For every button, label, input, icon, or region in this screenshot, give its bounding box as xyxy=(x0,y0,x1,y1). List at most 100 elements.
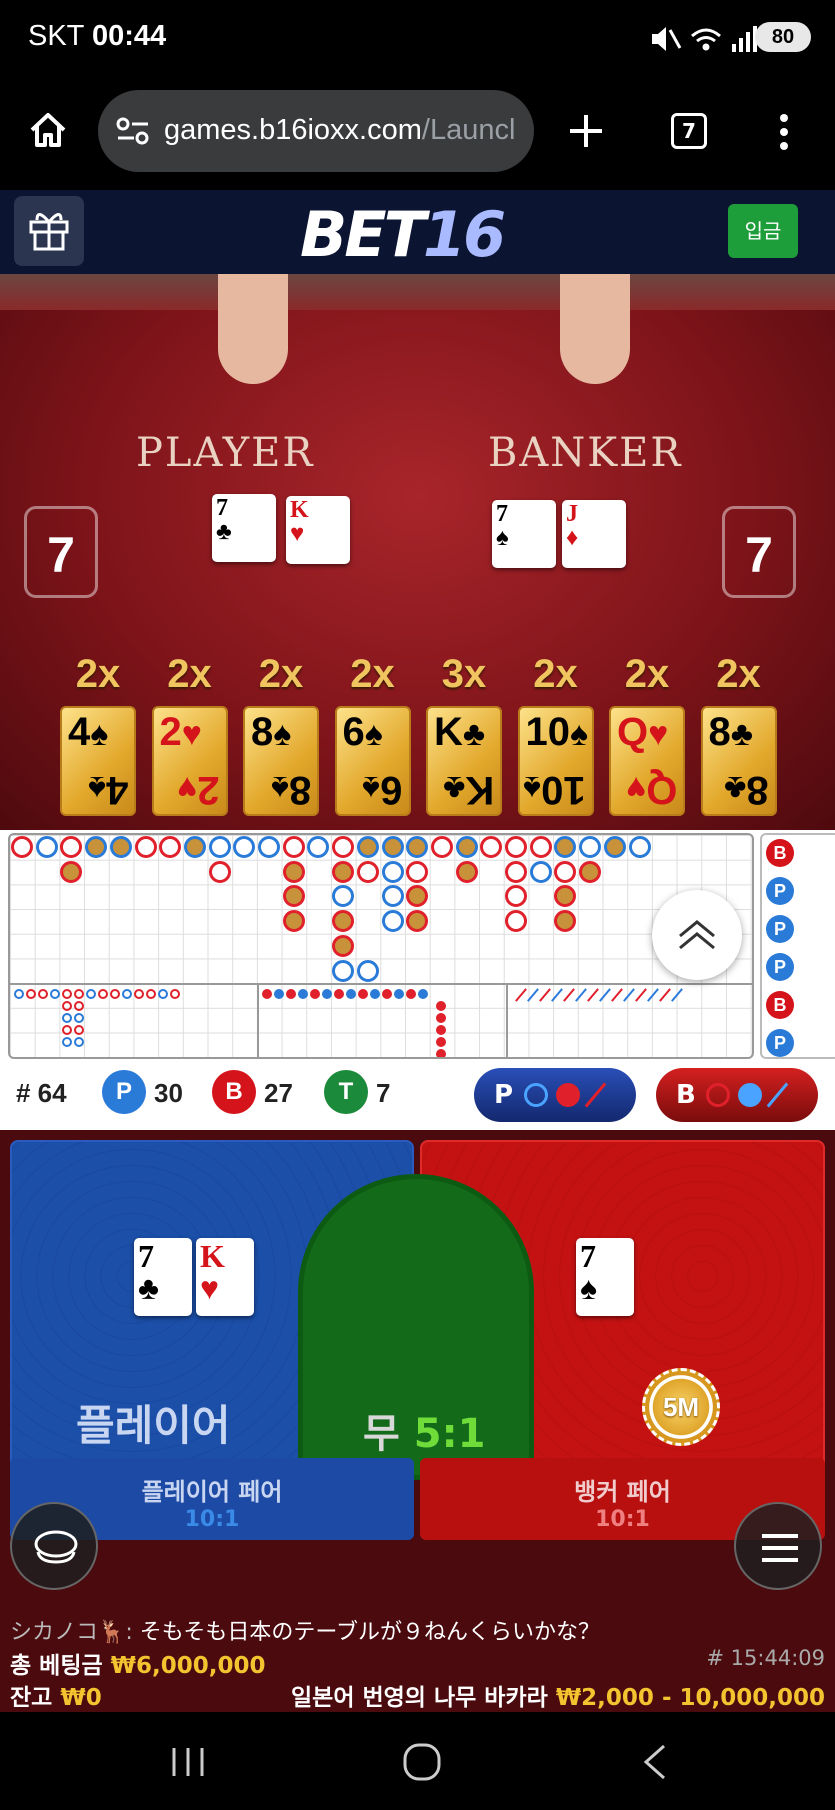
multiplier-card-rank: Q♥ xyxy=(617,710,669,754)
road-bead xyxy=(603,836,626,858)
predict-dot-icon xyxy=(738,1083,762,1107)
big-eye-dot xyxy=(170,989,180,999)
side-road-grid[interactable]: BPPPBP xyxy=(760,833,835,1059)
live-video-feed: PLAYER BANKER 7 7 7 ♣ K ♥ 7 ♠ J ♦ 2x 4♠ 4♠ 2x 2♥ 2♥ 2… xyxy=(0,274,835,830)
address-bar[interactable]: games.b16ioxx.com/Launcl xyxy=(98,90,534,172)
multiplier-label: 2x xyxy=(624,652,670,696)
bet-banker-card: 7 ♠ xyxy=(576,1238,634,1316)
multiplier-card: K♣ K♣ xyxy=(426,706,502,816)
small-road-dot xyxy=(346,989,356,999)
big-eye-dot xyxy=(62,1013,72,1023)
multiplier-card: Q♥ Q♥ xyxy=(609,706,685,816)
multiplier-card-rank: 10♠ xyxy=(525,710,589,754)
card-rank: 7 ♣ xyxy=(216,495,232,545)
bead-road-grid[interactable] xyxy=(8,833,754,1059)
big-eye-dot xyxy=(158,989,168,999)
balance-label: 잔고 xyxy=(10,1685,53,1711)
url-text[interactable]: games.b16ioxx.com/Launcl xyxy=(164,114,524,147)
big-eye-dot xyxy=(38,989,48,999)
site-settings-icon[interactable] xyxy=(116,116,150,146)
table-name: 일본어 번영의 나무 바카라 xyxy=(291,1685,548,1711)
road-bead xyxy=(282,860,305,883)
road-bead xyxy=(356,860,379,883)
gift-button[interactable] xyxy=(14,196,84,266)
multiplier-card-rank: 8♣ xyxy=(708,710,754,754)
chat-button[interactable] xyxy=(10,1502,98,1590)
tie-bet-spot[interactable]: 무 5:1 xyxy=(298,1174,534,1480)
multiplier-card: 10♠ 10♠ xyxy=(517,706,594,816)
cockroach-mark xyxy=(563,988,575,1002)
multiplier-label: 2x xyxy=(350,652,395,696)
small-road-dot xyxy=(436,1013,446,1023)
back-nav-icon[interactable] xyxy=(640,1742,670,1782)
more-menu-icon[interactable] xyxy=(778,112,790,152)
road-bead xyxy=(109,836,132,858)
road-bead xyxy=(579,860,602,883)
road-bead xyxy=(430,836,453,858)
road-divider xyxy=(10,983,752,985)
multiplier-label: 2x xyxy=(716,652,761,696)
system-navigation-bar xyxy=(0,1712,835,1810)
multiplier-card-rank-inverted: 6♠ xyxy=(362,768,403,812)
predict-player-letter: P xyxy=(494,1080,514,1110)
placed-chip[interactable]: 5M xyxy=(642,1368,720,1446)
multiplier-card-rank-inverted: Q♥ xyxy=(625,768,677,812)
small-road-dot xyxy=(382,989,392,999)
road-bead xyxy=(35,836,58,858)
status-icons xyxy=(652,26,757,52)
recent-apps-icon[interactable] xyxy=(168,1746,208,1778)
expand-scoreboard-button[interactable] xyxy=(652,890,742,980)
clock: 00:44 xyxy=(91,20,167,52)
new-tab-icon[interactable] xyxy=(568,113,604,149)
cockroach-mark xyxy=(539,988,551,1002)
multiplier-card-rank-inverted: 10♠ xyxy=(522,768,586,812)
road-bead xyxy=(183,836,206,858)
site-logo[interactable]: BET16 xyxy=(300,198,506,271)
wifi-icon xyxy=(691,28,721,51)
multiplier-card-rank-inverted: 2♥ xyxy=(177,768,220,812)
road-bead xyxy=(332,860,355,883)
road-bead xyxy=(60,836,83,858)
tab-switcher-button[interactable]: 7 xyxy=(671,113,707,149)
small-road-dot xyxy=(358,989,368,999)
big-eye-dot xyxy=(62,1001,72,1011)
card-rank: 7 ♠ xyxy=(580,1238,597,1306)
banker-score: 7 xyxy=(722,506,796,598)
multiplier-label: 3x xyxy=(441,652,487,696)
road-bead xyxy=(85,836,108,858)
cockroach-mark xyxy=(647,988,659,1002)
tie-count-badge: T xyxy=(324,1070,368,1114)
road-bead xyxy=(11,836,33,858)
banker-card: J ♦ xyxy=(562,500,626,568)
cockroach-mark xyxy=(587,988,599,1002)
side-road-badge: P xyxy=(766,1029,794,1057)
banker-card: 7 ♠ xyxy=(492,500,556,568)
player-card: K ♥ xyxy=(286,496,350,564)
cockroach-mark xyxy=(659,988,671,1002)
road-bead xyxy=(480,836,503,858)
big-eye-dot xyxy=(98,989,108,999)
site-header: BET16 입금 xyxy=(0,190,835,274)
deposit-button[interactable]: 입금 xyxy=(728,204,798,258)
small-road-dot xyxy=(334,989,344,999)
player-predict-button[interactable]: P xyxy=(474,1068,636,1122)
menu-button[interactable] xyxy=(734,1502,822,1590)
dealer-area xyxy=(0,274,835,310)
road-bead xyxy=(332,885,355,908)
cockroach-mark xyxy=(575,988,587,1002)
road-bead xyxy=(406,860,429,883)
big-eye-dot xyxy=(50,989,60,999)
cockroach-mark xyxy=(551,988,563,1002)
side-road-badge: P xyxy=(766,877,794,905)
small-road-dot xyxy=(418,989,428,999)
road-bead xyxy=(529,860,552,883)
stats-row: # 64 P 30 B 27 T 7 P B xyxy=(0,1058,835,1130)
road-bead xyxy=(554,860,577,883)
home-nav-icon[interactable] xyxy=(402,1742,442,1782)
big-eye-dot xyxy=(26,989,36,999)
card-rank: K ♥ xyxy=(290,497,309,547)
home-icon[interactable] xyxy=(28,110,68,150)
road-bead xyxy=(455,836,478,858)
banker-predict-button[interactable]: B xyxy=(656,1068,818,1122)
big-eye-dot xyxy=(86,989,96,999)
